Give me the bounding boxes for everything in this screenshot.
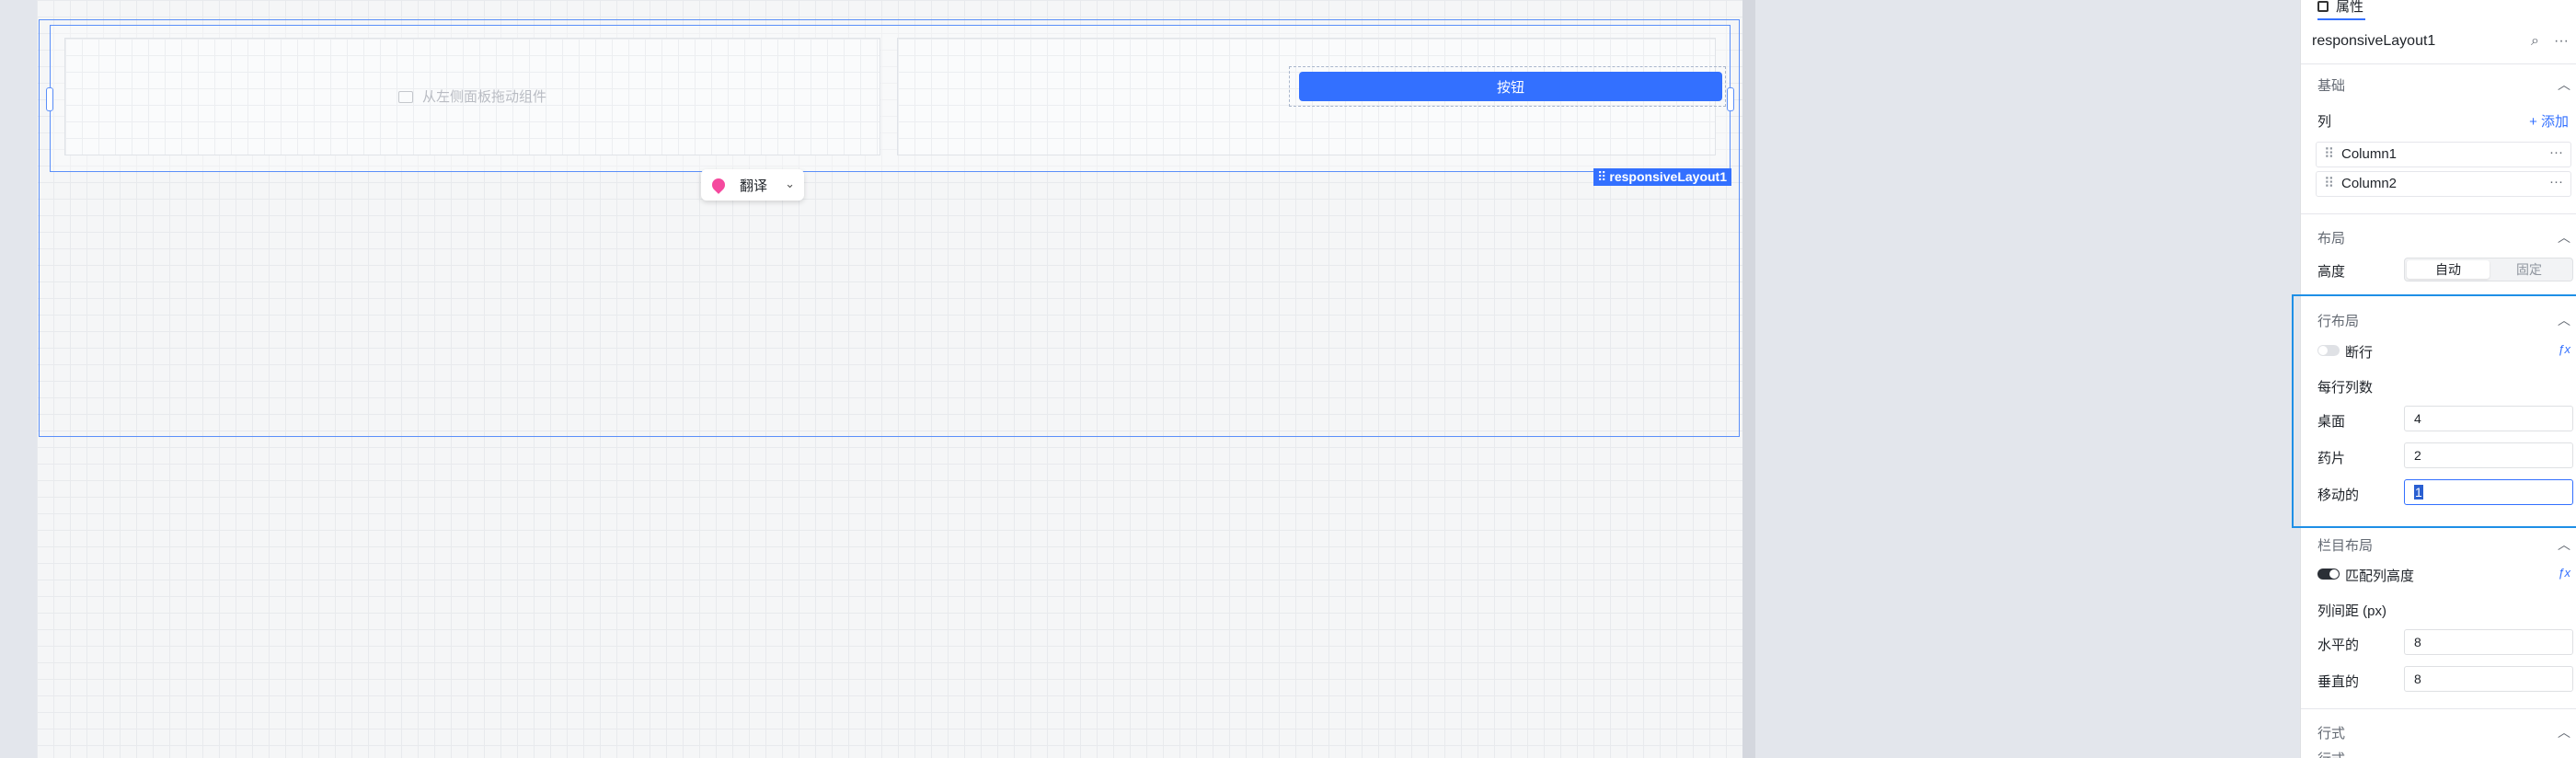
left-gutter [0, 0, 20, 758]
layout-column-1[interactable]: 从左侧面板拖动组件 [64, 38, 880, 155]
chevron-up-icon[interactable]: ︿ [2558, 535, 2570, 554]
edit-icon [2317, 1, 2329, 12]
canvas-divider [1742, 0, 1755, 758]
desktop-columns-input[interactable]: 4 [2404, 406, 2573, 431]
drag-component-icon [397, 91, 413, 103]
section-divider [2301, 213, 2576, 214]
formula-icon[interactable]: ƒx [2558, 566, 2570, 580]
match-height-label: 匹配列高度 [2345, 568, 2415, 584]
section-basic-title[interactable]: 基础 [2317, 75, 2345, 95]
drag-handle-icon[interactable]: ⠿ [1597, 169, 1606, 184]
section-style-title[interactable]: 行式 [2317, 723, 2345, 742]
column-gap-label: 列间距 (px) [2317, 603, 2387, 619]
chevron-up-icon[interactable]: ︿ [2558, 311, 2570, 329]
section-column-layout-title[interactable]: 栏目布局 [2317, 535, 2373, 555]
tab-properties[interactable]: 属性 [2317, 0, 2363, 16]
vertical-gap-input[interactable]: 8 [2404, 666, 2573, 692]
section-layout-title[interactable]: 布局 [2317, 228, 2345, 247]
translate-widget[interactable]: 翻译 ⌄ [701, 169, 804, 201]
panel-tabs: 属性 [2301, 0, 2576, 22]
section-divider [2301, 708, 2576, 709]
resize-handle-right[interactable] [1727, 87, 1734, 111]
vertical-label: 垂直的 [2317, 674, 2360, 690]
component-name[interactable]: responsiveLayout1 [2312, 33, 2435, 50]
chevron-down-icon[interactable]: ⌄ [785, 177, 795, 191]
column-item-label: Column2 [2341, 176, 2398, 191]
search-icon[interactable]: ⌕ [2531, 33, 2539, 50]
column-item-label: Column1 [2341, 146, 2398, 162]
drag-handle-icon[interactable]: ⠿ [2324, 146, 2334, 162]
mobile-label: 移动的 [2317, 488, 2360, 503]
height-option-fixed[interactable]: 固定 [2488, 260, 2570, 279]
layout-tag-label: responsiveLayout1 [1609, 169, 1727, 184]
section-row-layout-title[interactable]: 行布局 [2317, 311, 2359, 330]
tab-label: 属性 [2336, 0, 2364, 15]
wrap-label: 断行 [2345, 345, 2374, 361]
layout-name-tag[interactable]: ⠿ responsiveLayout1 [1593, 168, 1731, 186]
formula-icon[interactable]: ƒx [2558, 342, 2570, 356]
mobile-columns-input[interactable]: 1 [2404, 479, 2573, 505]
toggle-knob [2329, 569, 2339, 579]
chevron-up-icon[interactable]: ︿ [2558, 723, 2570, 741]
chevron-up-icon[interactable]: ︿ [2558, 75, 2570, 94]
canvas-button[interactable]: 按钮 [1299, 72, 1722, 101]
translate-label: 翻译 [740, 178, 768, 194]
wrap-toggle[interactable] [2317, 345, 2340, 356]
button-component-frame[interactable]: 按钮 [1289, 66, 1726, 107]
desktop-label: 桌面 [2317, 414, 2346, 430]
more-icon[interactable]: ··· [2554, 33, 2569, 50]
layout-column-2[interactable]: 按钮 [897, 38, 1726, 155]
column-list-item[interactable]: ⠿ Column2 ··· [2316, 171, 2571, 197]
columns-label: 列 [2317, 114, 2332, 130]
resize-handle-left[interactable] [46, 87, 53, 111]
translate-icon [709, 176, 728, 194]
selected-text: 1 [2414, 485, 2423, 500]
per-row-label: 每行列数 [2317, 380, 2374, 396]
horizontal-gap-input[interactable]: 8 [2404, 629, 2573, 655]
height-segmented-control[interactable]: 自动 固定 [2404, 258, 2573, 281]
drag-handle-icon[interactable]: ⠿ [2324, 176, 2334, 191]
toggle-knob [2318, 346, 2328, 355]
more-icon[interactable]: ··· [2549, 170, 2563, 194]
style-sub-label: 行式 [2317, 749, 2345, 758]
tablet-label: 药片 [2317, 451, 2346, 466]
properties-panel: 属性 responsiveLayout1 ⌕ ··· 基础 ︿ 列 + 添加 ⠿… [2292, 0, 2576, 758]
horizontal-label: 水平的 [2317, 637, 2360, 653]
tab-active-indicator [2317, 18, 2365, 20]
panel-header: responsiveLayout1 ⌕ ··· [2301, 22, 2576, 64]
chevron-up-icon[interactable]: ︿ [2558, 228, 2570, 247]
height-label: 高度 [2317, 264, 2346, 280]
add-column-button[interactable]: + 添加 [2529, 111, 2569, 131]
height-option-auto[interactable]: 自动 [2407, 260, 2490, 279]
responsive-layout[interactable]: 从左侧面板拖动组件 按钮 ⠿ responsiveLayout1 [46, 25, 1734, 186]
match-height-toggle[interactable] [2317, 568, 2340, 580]
column-list-item[interactable]: ⠿ Column1 ··· [2316, 142, 2571, 167]
tablet-columns-input[interactable]: 2 [2404, 442, 2573, 468]
more-icon[interactable]: ··· [2549, 141, 2563, 165]
empty-column-hint: 从左侧面板拖动组件 [65, 86, 880, 106]
empty-hint-text: 从左侧面板拖动组件 [421, 89, 546, 105]
